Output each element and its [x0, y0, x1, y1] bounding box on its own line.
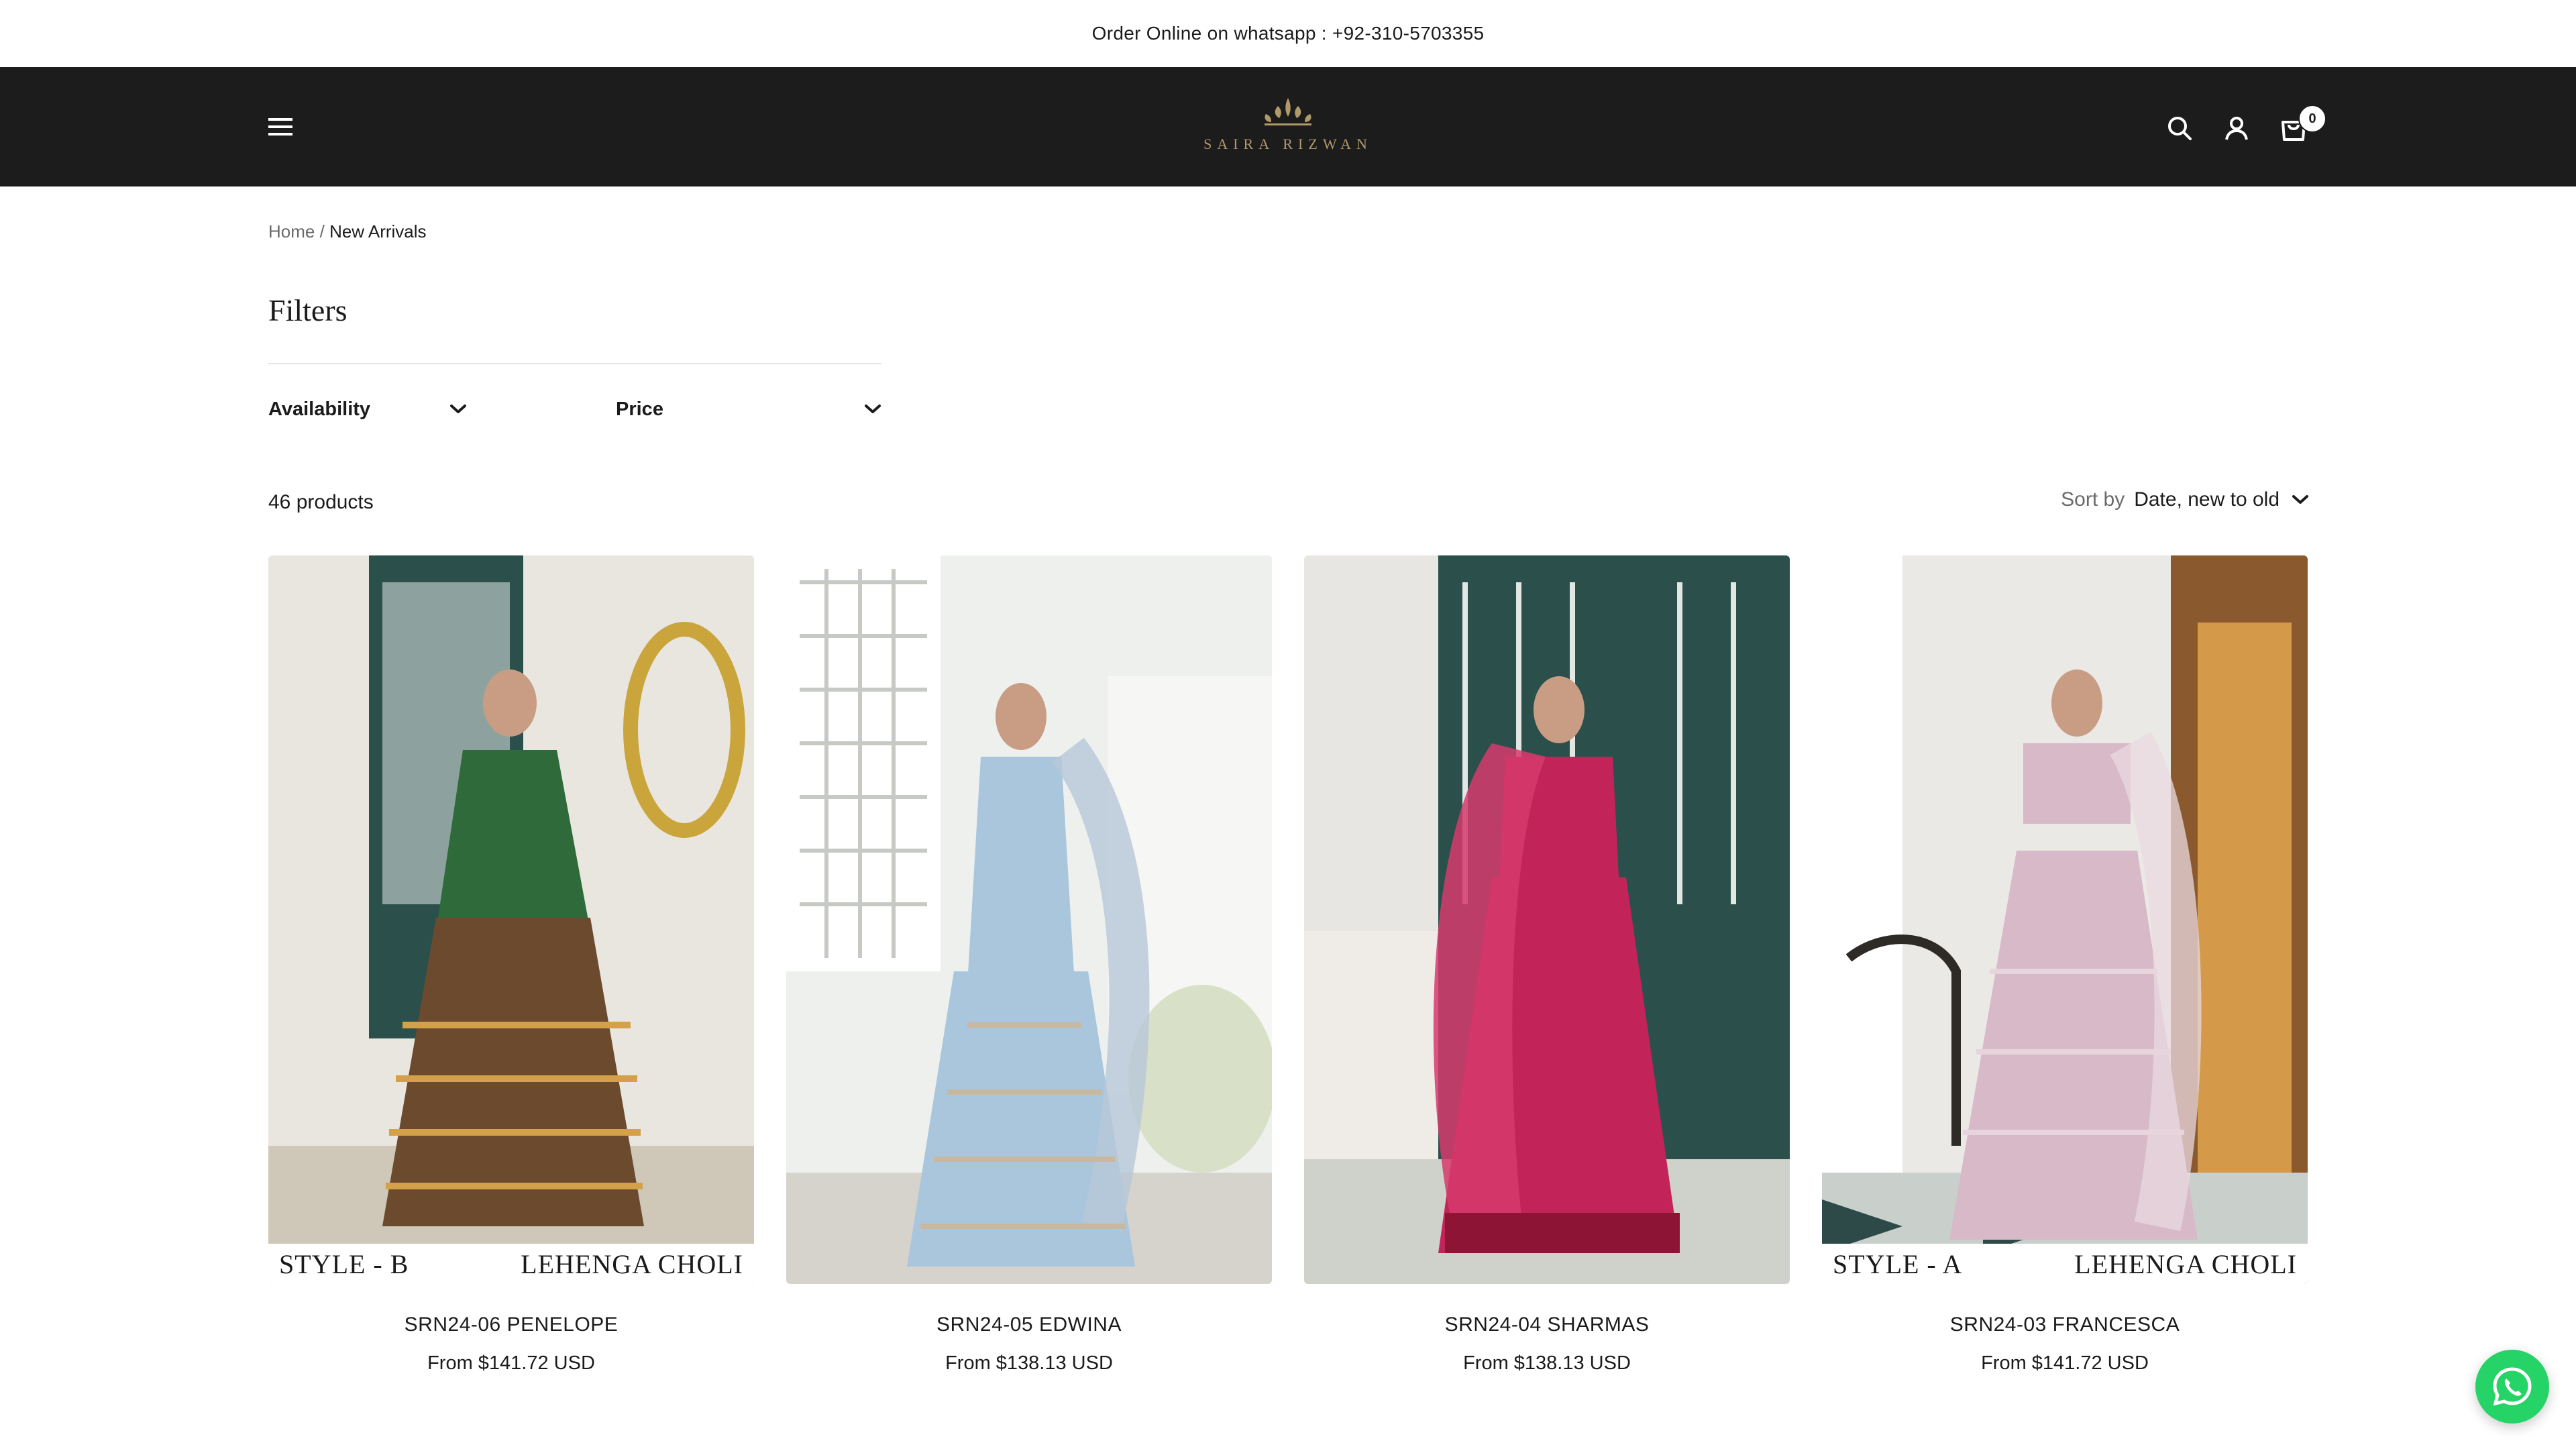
- product-card[interactable]: SRN24-05 EDWINA From $138.13 USD: [786, 555, 1272, 1401]
- product-grid: STYLE - B LEHENGA CHOLI SRN24-06 PENELOP…: [268, 555, 2308, 1428]
- product-price: From $141.72 USD: [427, 1352, 595, 1374]
- product-count: 46 products: [268, 491, 374, 513]
- announcement-text: Order Online on whatsapp : +92-310-57033…: [1091, 23, 1485, 44]
- product-image[interactable]: [786, 555, 1272, 1284]
- image-caption: STYLE - A LEHENGA CHOLI: [1822, 1244, 2308, 1284]
- sort-value: Date, new to old: [2134, 488, 2279, 511]
- account-icon[interactable]: [2222, 114, 2251, 142]
- product-title[interactable]: SRN24-04 SHARMAS: [1304, 1313, 1790, 1336]
- product-card[interactable]: STYLE - A LEHENGA CHOLI SRN24-03 FRANCES…: [1822, 555, 2308, 1401]
- cart-count-badge[interactable]: 0: [2298, 105, 2326, 133]
- price-filter-toggle[interactable]: Price: [616, 394, 881, 424]
- availability-filter-label: Availability: [268, 398, 371, 420]
- breadcrumb-separator: /: [319, 221, 325, 241]
- sort-label: Sort by: [2061, 488, 2125, 511]
- filters-heading: Filters: [268, 293, 347, 327]
- logo-text: SAIRA RIZWAN: [1203, 136, 1373, 152]
- announcement-bar: Order Online on whatsapp : +92-310-57033…: [0, 0, 2576, 67]
- chevron-down-icon: [865, 405, 881, 413]
- whatsapp-icon: [2493, 1367, 2532, 1406]
- breadcrumb-home-link[interactable]: Home: [268, 221, 315, 241]
- caption-type: LEHENGA CHOLI: [2074, 1248, 2297, 1279]
- sort-dropdown[interactable]: Sort by Date, new to old: [2061, 488, 2309, 511]
- product-title[interactable]: SRN24-05 EDWINA: [786, 1313, 1272, 1336]
- price-filter-label: Price: [616, 398, 663, 420]
- chevron-down-icon: [2292, 495, 2308, 504]
- product-price: From $138.13 USD: [945, 1352, 1113, 1374]
- site-header: SAIRA RIZWAN: [0, 67, 2576, 186]
- breadcrumb-current: New Arrivals: [329, 221, 427, 241]
- product-title[interactable]: SRN24-03 FRANCESCA: [1822, 1313, 2308, 1336]
- chevron-down-icon: [450, 405, 466, 413]
- product-card[interactable]: SRN24-04 SHARMAS From $138.13 USD: [1304, 555, 1790, 1401]
- menu-icon[interactable]: [268, 117, 292, 137]
- product-card[interactable]: STYLE - B LEHENGA CHOLI SRN24-06 PENELOP…: [268, 555, 754, 1401]
- product-title[interactable]: SRN24-06 PENELOPE: [268, 1313, 754, 1336]
- caption-style: STYLE - A: [1833, 1248, 1963, 1279]
- whatsapp-chat-button[interactable]: [2475, 1350, 2549, 1424]
- logo-mark-icon: [1265, 98, 1311, 125]
- image-caption: STYLE - B LEHENGA CHOLI: [268, 1244, 754, 1284]
- search-icon[interactable]: [2165, 114, 2194, 142]
- product-image[interactable]: STYLE - B LEHENGA CHOLI: [268, 555, 754, 1284]
- product-price: From $138.13 USD: [1463, 1352, 1631, 1374]
- product-price: From $141.72 USD: [1981, 1352, 2149, 1374]
- breadcrumb: Home / New Arrivals: [268, 221, 427, 242]
- caption-style: STYLE - B: [279, 1248, 409, 1279]
- filters-divider: [268, 363, 881, 364]
- product-image[interactable]: [1304, 555, 1790, 1284]
- brand-logo[interactable]: SAIRA RIZWAN: [1194, 94, 1382, 161]
- caption-type: LEHENGA CHOLI: [521, 1248, 743, 1279]
- availability-filter-toggle[interactable]: Availability: [268, 394, 467, 424]
- product-image[interactable]: STYLE - A LEHENGA CHOLI: [1822, 555, 2308, 1284]
